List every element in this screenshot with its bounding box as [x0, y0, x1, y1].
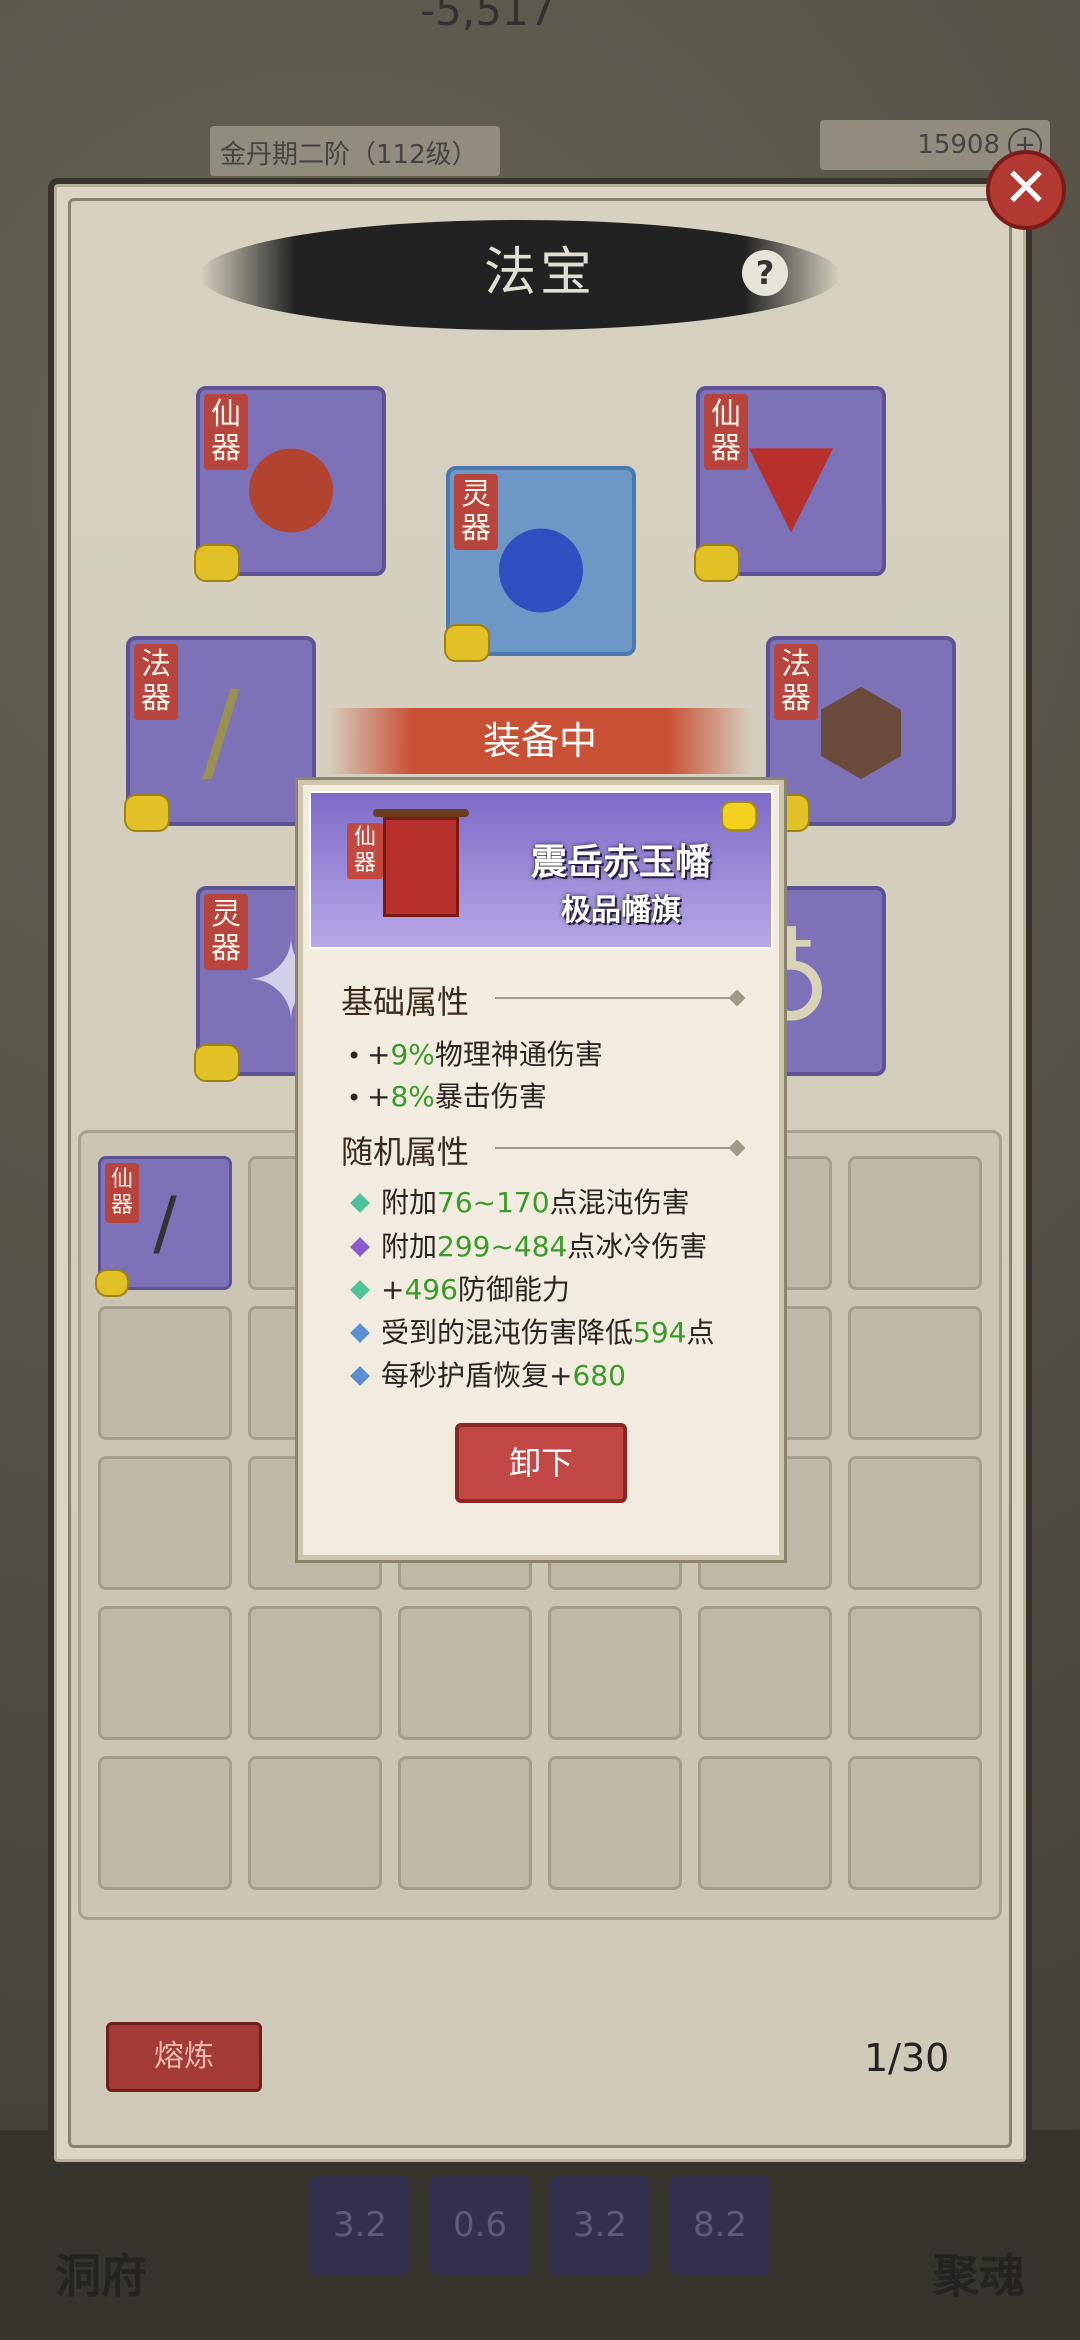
- banner-icon: ▼: [748, 417, 834, 545]
- rank-badge: 法器: [774, 644, 818, 720]
- inventory-count: 1/30: [864, 2036, 950, 2080]
- banner-icon: [383, 817, 459, 917]
- inventory-cell[interactable]: [848, 1756, 982, 1890]
- inventory-cell[interactable]: [248, 1606, 382, 1740]
- inventory-cell[interactable]: [848, 1606, 982, 1740]
- divider-diamond: [728, 1139, 746, 1157]
- inventory-cell[interactable]: [548, 1606, 682, 1740]
- inventory-cell[interactable]: 仙器 /: [95, 1156, 232, 1297]
- gourd-icon: ●: [243, 417, 339, 545]
- lock-icon: [194, 1044, 240, 1082]
- unequip-button[interactable]: 卸下: [455, 1423, 627, 1503]
- close-button[interactable]: ✕: [986, 150, 1066, 230]
- bagua-icon: ⬢: [812, 667, 910, 795]
- inventory-cell[interactable]: [698, 1756, 832, 1890]
- random-attr: 受到的混沌伤害降低594点: [347, 1311, 714, 1351]
- random-attr: +496防御能力: [347, 1268, 570, 1308]
- base-attr: • +8%暴击伤害: [347, 1080, 547, 1113]
- orb-icon: ●: [493, 497, 589, 625]
- banner-pole: [373, 809, 469, 817]
- lock-icon: [444, 624, 490, 662]
- random-attributes-title: 随机属性: [341, 1133, 470, 1171]
- item-name: 震岳赤玉幡: [530, 842, 711, 883]
- equip-slot-bagua[interactable]: 法器 ⬢: [764, 636, 956, 832]
- divider: [495, 1147, 735, 1149]
- divider-diamond: [728, 989, 746, 1007]
- random-attr: 附加76~170点混沌伤害: [347, 1181, 690, 1221]
- item-header: 仙器 震岳赤玉幡 极品幡旗: [309, 791, 773, 949]
- inventory-cell[interactable]: [98, 1756, 232, 1890]
- equip-slot-banner[interactable]: 仙器 ▼: [694, 386, 886, 582]
- equipped-banner: 装备中: [328, 708, 752, 774]
- smelt-button[interactable]: 熔炼: [106, 2022, 262, 2092]
- equip-slot-orb[interactable]: 灵器 ●: [444, 466, 636, 662]
- panel-title: 法宝: [483, 243, 596, 303]
- inventory-cell[interactable]: [398, 1606, 532, 1740]
- blade-icon: /: [153, 1182, 177, 1264]
- inventory-cell[interactable]: [98, 1306, 232, 1440]
- base-attr: • +9%物理神通伤害: [347, 1038, 603, 1071]
- lock-icon[interactable]: [721, 801, 757, 831]
- diamond-icon: [350, 1323, 370, 1343]
- rank-badge: 仙器: [105, 1163, 139, 1223]
- inventory-cell[interactable]: [548, 1756, 682, 1890]
- equip-slot-sword[interactable]: 法器 /: [124, 636, 316, 832]
- diamond-icon: [350, 1193, 370, 1213]
- rank-badge: 仙器: [347, 823, 383, 879]
- rank-badge: 仙器: [704, 394, 748, 470]
- rank-badge: 灵器: [454, 474, 498, 550]
- rank-badge: 灵器: [204, 894, 248, 970]
- lock-icon: [194, 544, 240, 582]
- inventory-cell[interactable]: [848, 1456, 982, 1590]
- sword-icon: /: [202, 667, 240, 795]
- base-attributes-title: 基础属性: [341, 983, 470, 1021]
- lock-icon: [95, 1269, 129, 1297]
- rank-badge: 法器: [134, 644, 178, 720]
- equip-slot-gourd[interactable]: 仙器 ●: [194, 386, 386, 582]
- lock-icon: [124, 794, 170, 832]
- diamond-icon: [350, 1280, 370, 1300]
- diamond-icon: [350, 1237, 370, 1257]
- inventory-cell[interactable]: [398, 1756, 532, 1890]
- item-detail-popup: 仙器 震岳赤玉幡 极品幡旗 基础属性 • +9%物理神通伤害 • +8%暴击伤害 随…: [298, 780, 784, 1560]
- inventory-cell[interactable]: [248, 1756, 382, 1890]
- diamond-icon: [350, 1366, 370, 1386]
- inventory-cell[interactable]: [98, 1456, 232, 1590]
- lock-icon: [694, 544, 740, 582]
- inventory-cell[interactable]: [98, 1606, 232, 1740]
- inventory-cell[interactable]: [848, 1306, 982, 1440]
- random-attr: 每秒护盾恢复+680: [347, 1354, 626, 1394]
- rank-badge: 仙器: [204, 394, 248, 470]
- random-attr: 附加299~484点冰冷伤害: [347, 1225, 707, 1265]
- divider: [495, 997, 735, 999]
- inventory-cell[interactable]: [848, 1156, 982, 1290]
- help-button[interactable]: ?: [742, 250, 788, 296]
- item-type: 极品幡旗: [561, 893, 681, 928]
- inventory-cell[interactable]: [698, 1606, 832, 1740]
